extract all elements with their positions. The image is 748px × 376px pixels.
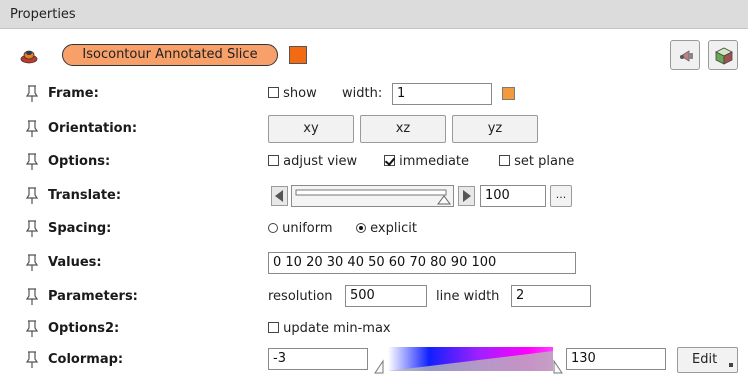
- module-header: Isocontour Annotated Slice: [0, 34, 748, 78]
- pin-icon[interactable]: [26, 288, 38, 306]
- explicit-label: explicit: [370, 221, 417, 236]
- frame-show-checkbox[interactable]: show: [268, 86, 317, 101]
- row-frame: Frame: show width: 1: [0, 78, 748, 110]
- spacing-uniform-radio[interactable]: uniform: [268, 221, 333, 236]
- translate-more-button[interactable]: ...: [550, 185, 572, 207]
- row-parameters: Parameters: resolution 500 line width 2: [0, 281, 748, 313]
- row-colormap: Colormap: -3 130 Edit: [0, 344, 748, 376]
- translate-increment-button[interactable]: [458, 186, 475, 206]
- line-width-field[interactable]: 2: [511, 285, 591, 307]
- colormap-max-handle-icon[interactable]: [553, 358, 563, 374]
- module-icon[interactable]: [20, 48, 38, 64]
- set-plane-checkbox[interactable]: set plane: [499, 154, 574, 169]
- row-options: Options: adjust view immediate set plane: [0, 146, 748, 178]
- module-color-swatch[interactable]: [289, 46, 307, 64]
- orientation-yz-button[interactable]: yz: [452, 115, 538, 143]
- set-plane-box[interactable]: [499, 155, 510, 166]
- options-label: Options:: [48, 154, 111, 169]
- frame-width-label: width:: [342, 86, 383, 101]
- adjust-view-box[interactable]: [268, 155, 279, 166]
- row-options2: Options2: update min-max: [0, 313, 748, 345]
- cube-icon: [715, 47, 733, 65]
- colormap-max-field[interactable]: 130: [566, 348, 666, 370]
- adjust-view-label: adjust view: [283, 154, 358, 169]
- frame-show-label: show: [283, 86, 317, 101]
- translate-slider[interactable]: [291, 185, 454, 207]
- pin-icon[interactable]: [26, 85, 38, 103]
- module-name-button[interactable]: Isocontour Annotated Slice: [62, 44, 278, 66]
- set-plane-label: set plane: [514, 154, 575, 169]
- orientation-label: Orientation:: [48, 121, 138, 136]
- immediate-label: immediate: [399, 154, 470, 169]
- frame-label: Frame:: [48, 86, 99, 101]
- colormap-label: Colormap:: [48, 352, 124, 367]
- uniform-label: uniform: [282, 221, 333, 236]
- properties-title: Properties: [10, 7, 76, 22]
- pin-icon[interactable]: [26, 120, 38, 138]
- adjust-view-checkbox[interactable]: adjust view: [268, 154, 357, 169]
- pin-icon[interactable]: [26, 153, 38, 171]
- colormap-edit-button[interactable]: Edit: [677, 347, 738, 373]
- pin-icon[interactable]: [26, 351, 38, 369]
- orientation-xz-button[interactable]: xz: [360, 115, 446, 143]
- frame-color-swatch[interactable]: [502, 87, 515, 100]
- explicit-radio-dot[interactable]: [356, 223, 366, 233]
- row-translate: Translate: 100 ...: [0, 180, 748, 212]
- update-min-max-label: update min-max: [283, 321, 391, 336]
- update-min-max-checkbox[interactable]: update min-max: [268, 321, 391, 336]
- properties-title-bar: Properties: [0, 0, 748, 29]
- colormap-min-handle-icon[interactable]: [374, 358, 384, 374]
- spacing-label: Spacing:: [48, 221, 112, 236]
- values-label: Values:: [48, 255, 102, 270]
- translate-value-field[interactable]: 100: [480, 185, 546, 207]
- edit-button-label: Edit: [692, 352, 718, 367]
- row-spacing: Spacing: uniform explicit: [0, 213, 748, 245]
- colormap-alpha-ramp: [388, 351, 553, 371]
- values-field[interactable]: 0 10 20 30 40 50 60 70 80 90 100: [268, 252, 576, 274]
- immediate-checkbox[interactable]: immediate: [384, 154, 469, 169]
- slider-groove: [295, 189, 451, 205]
- uniform-radio-dot[interactable]: [268, 223, 278, 233]
- right-arrow-icon: [463, 190, 471, 202]
- geometry-button[interactable]: [708, 40, 738, 70]
- update-min-max-box[interactable]: [268, 322, 279, 333]
- resolution-field[interactable]: 500: [345, 285, 427, 307]
- pin-icon[interactable]: [26, 254, 38, 272]
- pin-icon[interactable]: [26, 187, 38, 205]
- orientation-xy-button[interactable]: xy: [268, 115, 354, 143]
- line-width-label: line width: [436, 289, 500, 304]
- colormap-min-field[interactable]: -3: [268, 348, 368, 370]
- left-arrow-icon: [275, 190, 283, 202]
- camera-icon: [680, 50, 693, 62]
- row-orientation: Orientation: xy xz yz: [0, 113, 748, 145]
- pin-icon[interactable]: [26, 320, 38, 338]
- translate-label: Translate:: [48, 188, 122, 203]
- resolution-label: resolution: [268, 289, 333, 304]
- frame-width-field[interactable]: 1: [392, 83, 492, 105]
- translate-decrement-button[interactable]: [271, 186, 288, 206]
- options2-label: Options2:: [48, 321, 120, 336]
- row-values: Values: 0 10 20 30 40 50 60 70 80 90 100: [0, 247, 748, 279]
- immediate-box[interactable]: [384, 155, 395, 166]
- dropdown-indicator-icon: [729, 363, 733, 367]
- pin-icon[interactable]: [26, 220, 38, 238]
- parameters-label: Parameters:: [48, 289, 138, 304]
- camera-button[interactable]: [670, 40, 700, 70]
- frame-show-box[interactable]: [268, 87, 279, 98]
- spacing-explicit-radio[interactable]: explicit: [356, 221, 417, 236]
